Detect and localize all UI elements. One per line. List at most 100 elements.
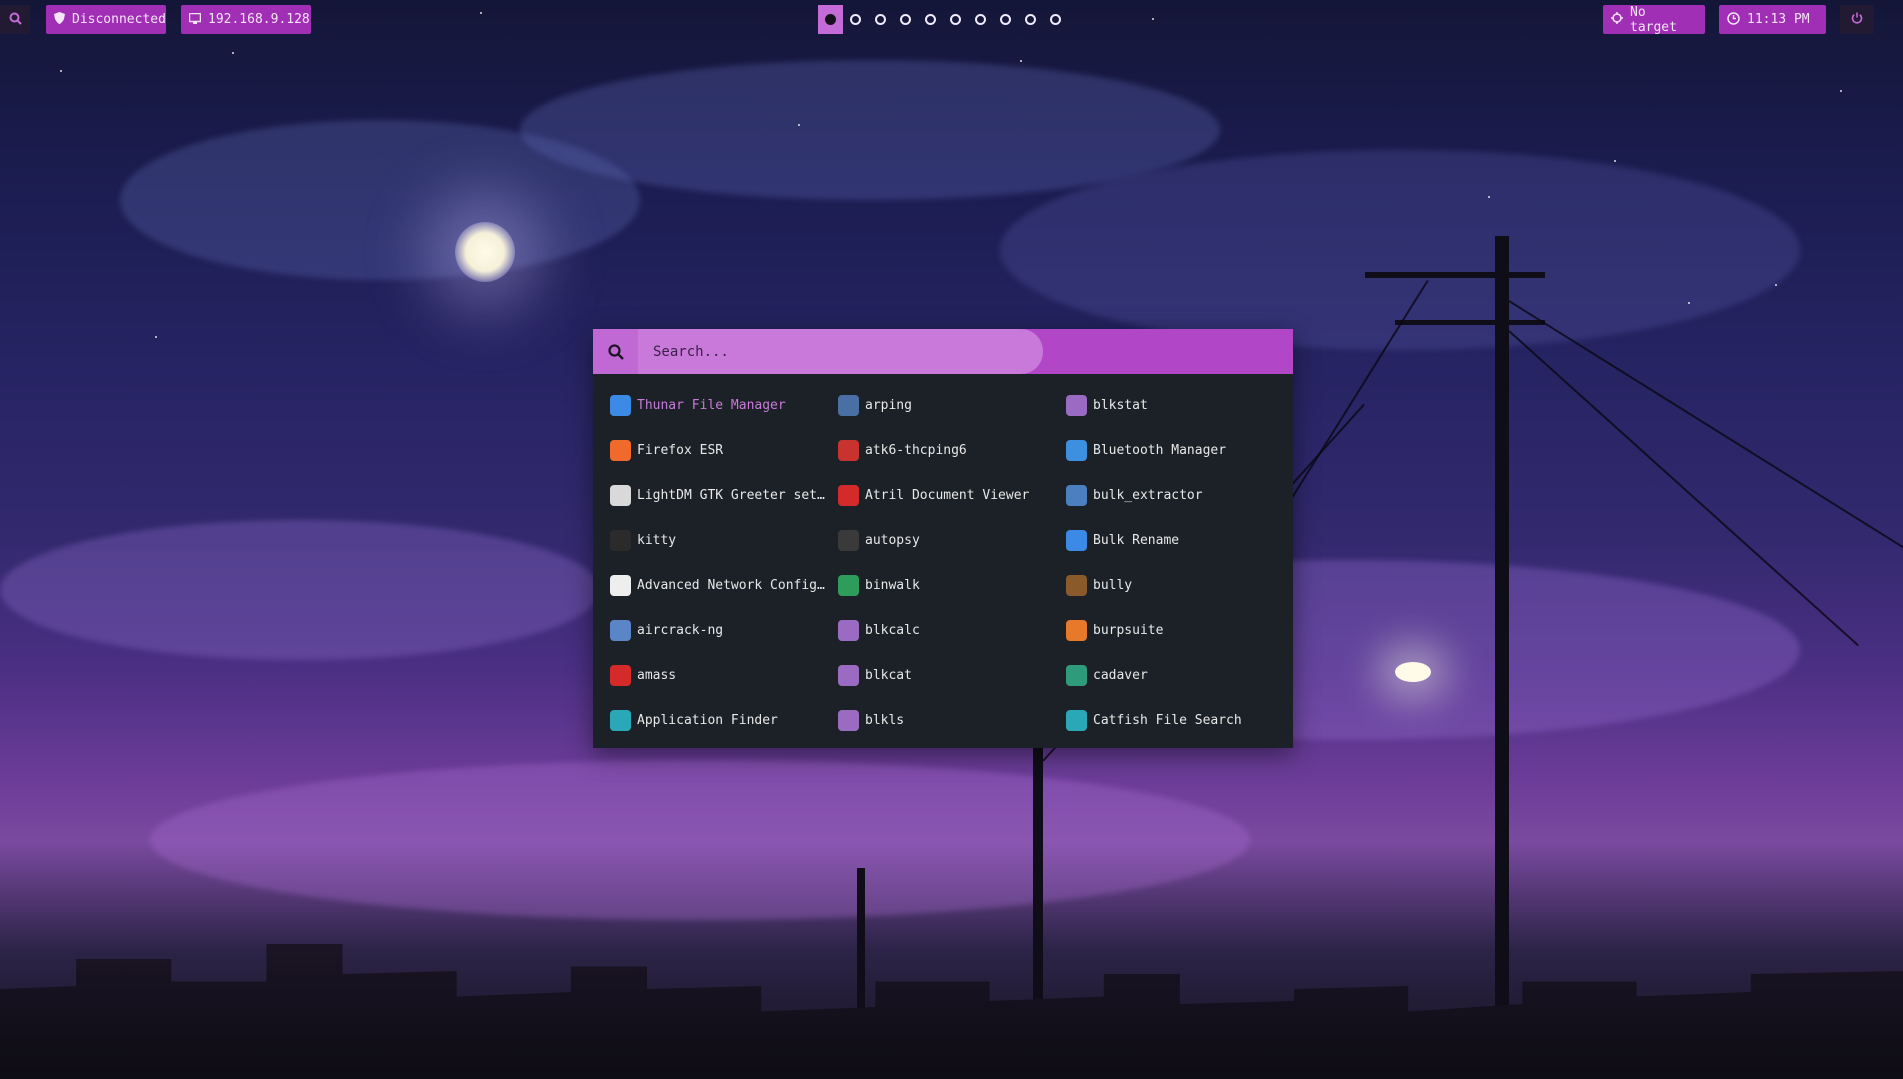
search-input-container bbox=[638, 329, 1043, 374]
ip-address-label: 192.168.9.128 bbox=[208, 12, 310, 27]
app-item-label: Advanced Network Configu… bbox=[637, 578, 832, 593]
app-item-label: amass bbox=[637, 668, 677, 683]
app-item-label: Atril Document Viewer bbox=[865, 488, 1030, 503]
top-bar: Disconnected 192.168.9.128 No target 11:… bbox=[0, 0, 1903, 38]
app-item[interactable]: binwalk bbox=[838, 563, 1066, 608]
app-item-label: blkstat bbox=[1093, 398, 1148, 413]
app-item-label: kitty bbox=[637, 533, 677, 548]
city-skyline bbox=[0, 944, 1903, 1079]
app-item-label: burpsuite bbox=[1093, 623, 1164, 638]
app-item-label: blkcat bbox=[865, 668, 912, 683]
app-item[interactable]: bulk_extractor bbox=[1066, 473, 1294, 518]
workspace-6[interactable] bbox=[943, 5, 968, 34]
vpn-status-label: Disconnected bbox=[72, 12, 166, 27]
aircrack-icon bbox=[610, 620, 631, 641]
workspace-2[interactable] bbox=[843, 5, 868, 34]
app-item-label: Application Finder bbox=[637, 713, 778, 728]
app-item[interactable]: amass bbox=[610, 653, 838, 698]
app-item[interactable]: aircrack-ng bbox=[610, 608, 838, 653]
app-item[interactable]: Firefox ESR bbox=[610, 428, 838, 473]
monitor-icon bbox=[188, 12, 202, 27]
target-chip[interactable]: No target bbox=[1603, 4, 1705, 35]
cube-search-icon bbox=[838, 665, 859, 686]
app-item[interactable]: blkls bbox=[838, 698, 1066, 743]
app-item[interactable]: Bluetooth Manager bbox=[1066, 428, 1294, 473]
pdf-icon bbox=[838, 485, 859, 506]
app-item-label: Thunar File Manager bbox=[637, 398, 786, 413]
cadaver-icon bbox=[1066, 665, 1087, 686]
app-item[interactable]: Advanced Network Configu… bbox=[610, 563, 838, 608]
terminal-icon bbox=[610, 530, 631, 551]
moon bbox=[455, 222, 515, 282]
target-label: No target bbox=[1630, 4, 1677, 35]
app-item[interactable]: Thunar File Manager bbox=[610, 383, 838, 428]
app-item[interactable]: bully bbox=[1066, 563, 1294, 608]
power-icon bbox=[1851, 12, 1863, 27]
launcher-search-bar bbox=[593, 329, 1293, 374]
app-item-label: bulk_extractor bbox=[1093, 488, 1203, 503]
workspace-8[interactable] bbox=[993, 5, 1018, 34]
cube-icon bbox=[838, 710, 859, 731]
app-item[interactable]: blkcat bbox=[838, 653, 1066, 698]
app-item-label: autopsy bbox=[865, 533, 920, 548]
app-item[interactable]: burpsuite bbox=[1066, 608, 1294, 653]
search-app-icon bbox=[610, 710, 631, 731]
app-item-label: atk6-thcping6 bbox=[865, 443, 967, 458]
app-item-label: blkls bbox=[865, 713, 905, 728]
app-item-label: LightDM GTK Greeter sett… bbox=[637, 488, 832, 503]
crosshair-icon bbox=[1611, 12, 1623, 27]
workspace-5[interactable] bbox=[918, 5, 943, 34]
folder-icon bbox=[1066, 530, 1087, 551]
app-item[interactable]: cadaver bbox=[1066, 653, 1294, 698]
app-item-label: binwalk bbox=[865, 578, 920, 593]
app-launcher: Thunar File Manager arping blkstat Firefox … bbox=[593, 329, 1293, 748]
power-button[interactable] bbox=[1840, 5, 1874, 34]
app-item[interactable]: Atril Document Viewer bbox=[838, 473, 1066, 518]
app-item-label: aircrack-ng bbox=[637, 623, 724, 638]
workspace-9[interactable] bbox=[1018, 5, 1043, 34]
vpn-status-chip[interactable]: Disconnected bbox=[46, 5, 166, 34]
workspace-1[interactable] bbox=[818, 5, 843, 34]
app-item-label: Firefox ESR bbox=[637, 443, 724, 458]
app-item[interactable]: Catfish File Search bbox=[1066, 698, 1294, 743]
workspace-4[interactable] bbox=[893, 5, 918, 34]
app-item[interactable]: Application Finder bbox=[610, 698, 838, 743]
shield-icon bbox=[54, 12, 65, 27]
street-lamp bbox=[1395, 662, 1431, 682]
workspace-10[interactable] bbox=[1043, 5, 1068, 34]
clock-label: 11:13 PM bbox=[1747, 12, 1810, 27]
app-item[interactable]: Bulk Rename bbox=[1066, 518, 1294, 563]
arping-icon bbox=[838, 395, 859, 416]
search-icon bbox=[9, 12, 22, 28]
search-input[interactable] bbox=[653, 343, 1043, 360]
autopsy-icon bbox=[838, 530, 859, 551]
app-item[interactable]: atk6-thcping6 bbox=[838, 428, 1066, 473]
app-item[interactable]: LightDM GTK Greeter sett… bbox=[610, 473, 838, 518]
lightdm-icon bbox=[610, 485, 631, 506]
workspace-7[interactable] bbox=[968, 5, 993, 34]
app-item[interactable]: autopsy bbox=[838, 518, 1066, 563]
firefox-icon bbox=[610, 440, 631, 461]
ip-address-chip[interactable]: 192.168.9.128 bbox=[181, 5, 311, 34]
app-item[interactable]: blkstat bbox=[1066, 383, 1294, 428]
clock-icon bbox=[1727, 11, 1740, 28]
clock-chip[interactable]: 11:13 PM bbox=[1719, 5, 1826, 34]
cube-info-icon bbox=[1066, 395, 1087, 416]
bulk-extractor-icon bbox=[1066, 485, 1087, 506]
app-item-label: Catfish File Search bbox=[1093, 713, 1242, 728]
app-item-label: Bulk Rename bbox=[1093, 533, 1180, 548]
app-item[interactable]: blkcalc bbox=[838, 608, 1066, 653]
app-item-label: Bluetooth Manager bbox=[1093, 443, 1227, 458]
bluetooth-icon bbox=[1066, 440, 1087, 461]
app-item-label: cadaver bbox=[1093, 668, 1148, 683]
workspace-3[interactable] bbox=[868, 5, 893, 34]
workspace-switcher bbox=[818, 5, 1068, 34]
app-item[interactable]: arping bbox=[838, 383, 1066, 428]
cube-icon bbox=[838, 620, 859, 641]
app-item-label: bully bbox=[1093, 578, 1133, 593]
app-item[interactable]: kitty bbox=[610, 518, 838, 563]
launcher-button[interactable] bbox=[0, 5, 30, 34]
burpsuite-icon bbox=[1066, 620, 1087, 641]
amass-icon bbox=[610, 665, 631, 686]
app-item-label: blkcalc bbox=[865, 623, 920, 638]
